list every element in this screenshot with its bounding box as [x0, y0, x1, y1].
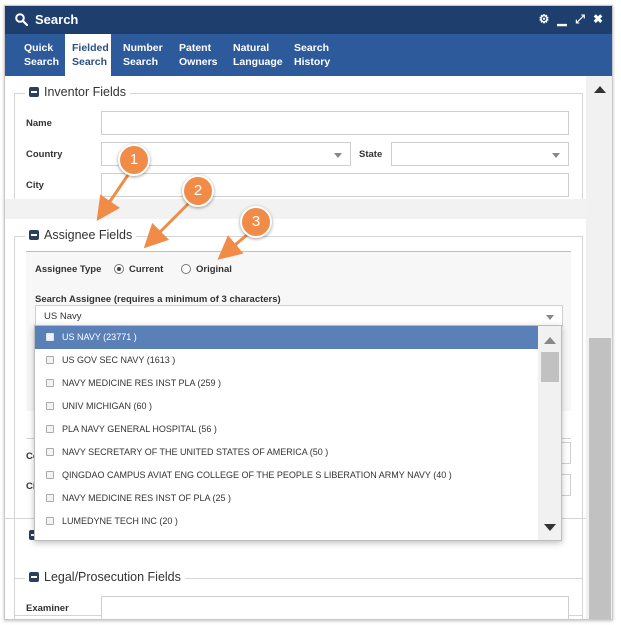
tab-label: Search [123, 56, 159, 68]
city-input[interactable] [101, 173, 569, 197]
country-label: Country [26, 149, 63, 160]
search-assignee-label: Search Assignee (requires a minimum of 3… [35, 294, 281, 305]
dropdown-option[interactable]: QINGDAO CAMPUS AVIAT ENG COLLEGE OF THE … [35, 464, 538, 487]
tab-label: Search [294, 42, 330, 54]
tab-label: Patent [179, 42, 212, 54]
option-label: NAVY SECRETARY OF THE UNITED STATES OF A… [62, 447, 329, 457]
scrollbar-thumb[interactable] [589, 338, 611, 619]
legal-fields-legend[interactable]: Legal/Prosecution Fields [25, 570, 185, 584]
option-checkbox[interactable] [46, 379, 54, 387]
scroll-up-arrow-icon[interactable] [544, 337, 556, 344]
examiner-label: Examiner [26, 603, 69, 614]
main-scrollbar[interactable] [586, 76, 612, 619]
option-checkbox[interactable] [46, 471, 54, 479]
state-label: State [359, 149, 383, 160]
tab-label: Fielded [72, 42, 109, 54]
chevron-down-icon [546, 315, 554, 320]
option-label: NAVY MEDICINE RES INST OF PLA (25 ) [62, 493, 232, 503]
dropdown-option[interactable]: NAVY MEDICINE RES INST OF PLA (25 ) [35, 487, 538, 510]
tab-label: Search [24, 56, 60, 68]
radio-current-label[interactable]: Current [129, 264, 163, 275]
dropdown-option[interactable]: US NAVY (23771 ) [35, 326, 538, 349]
city-label: City [26, 180, 44, 191]
inventor-fields-legend[interactable]: Inventor Fields [25, 85, 130, 99]
collapse-icon[interactable] [29, 87, 39, 97]
search-icon [15, 13, 28, 26]
tab-label: Natural [233, 42, 270, 54]
assignee-type-label: Assignee Type [35, 264, 102, 275]
dropdown-option[interactable]: NAVY SECRETARY OF THE UNITED STATES OF A… [35, 441, 538, 464]
tab-search-history[interactable]: Search History [294, 34, 340, 76]
option-checkbox[interactable] [46, 356, 54, 364]
assignee-search-input[interactable]: US Navy [35, 305, 563, 327]
radio-current[interactable] [114, 264, 124, 274]
tab-label: Search [72, 56, 108, 68]
legend-text: Assignee Fields [44, 228, 133, 242]
dropdown-option[interactable]: UNIV MICHIGAN (60 ) [35, 395, 538, 418]
tab-fielded-search[interactable]: Fielded Search [65, 34, 111, 76]
tab-label: Owners [179, 56, 218, 68]
option-label: NAVY MEDICINE RES INST PLA (259 ) [62, 378, 222, 388]
assignee-search-value: US Navy [44, 311, 82, 322]
section-gap [5, 199, 586, 219]
option-checkbox[interactable] [46, 425, 54, 433]
option-checkbox[interactable] [46, 517, 54, 525]
tab-number-search[interactable]: Number Search [123, 34, 171, 76]
callout-badge-1: 1 [118, 144, 150, 176]
name-label: Name [26, 118, 52, 129]
tab-patent-owners[interactable]: Patent Owners [179, 34, 223, 76]
option-label: QINGDAO CAMPUS AVIAT ENG COLLEGE OF THE … [62, 470, 452, 480]
radio-original[interactable] [181, 264, 191, 274]
scroll-up-arrow-icon[interactable] [594, 86, 606, 93]
tab-quick-search[interactable]: Quick Search [15, 34, 60, 76]
dropdown-option[interactable]: PLA NAVY GENERAL HOSPITAL (56 ) [35, 418, 538, 441]
expand-icon[interactable]: ⤢ [574, 12, 586, 26]
close-icon[interactable]: ✖ [592, 12, 604, 26]
name-input[interactable] [101, 111, 569, 135]
option-checkbox[interactable] [46, 494, 54, 502]
title-bar: Search ⚙ ▁ ⤢ ✖ [5, 6, 612, 34]
examiner-input[interactable] [101, 596, 569, 619]
option-label: US GOV SEC NAVY (1613 ) [62, 355, 176, 365]
dropdown-option[interactable]: LUMEDYNE TECH INC (20 ) [35, 510, 538, 533]
state-select[interactable] [391, 142, 569, 166]
legend-text: Inventor Fields [44, 85, 126, 99]
assignee-fields-legend[interactable]: Assignee Fields [25, 228, 137, 242]
scrollbar-thumb[interactable] [541, 352, 559, 382]
option-label: LUMEDYNE TECH INC (20 ) [62, 516, 178, 526]
dropdown-option[interactable]: US GOV SEC NAVY (1613 ) [35, 349, 538, 372]
legend-text: Legal/Prosecution Fields [44, 570, 181, 584]
settings-icon[interactable]: ⚙ [538, 12, 550, 26]
option-checkbox[interactable] [46, 448, 54, 456]
tab-label: Number [123, 42, 163, 54]
tab-label: Quick [24, 42, 54, 54]
assignee-suggestions-dropdown: US NAVY (23771 ) US GOV SEC NAVY (1613 ) N… [34, 325, 562, 541]
option-label: PLA NAVY GENERAL HOSPITAL (56 ) [62, 424, 217, 434]
callout-badge-3: 3 [240, 206, 272, 238]
option-label: UNIV MICHIGAN (60 ) [62, 401, 153, 411]
dropdown-option[interactable]: NAVY MEDICINE RES INST PLA (259 ) [35, 372, 538, 395]
minimize-icon[interactable]: ▁ [556, 12, 568, 26]
radio-original-label[interactable]: Original [196, 264, 232, 275]
collapse-icon[interactable] [29, 230, 39, 240]
option-checkbox[interactable] [46, 333, 54, 341]
option-label: US NAVY (23771 ) [62, 332, 137, 342]
collapse-icon[interactable] [29, 572, 39, 582]
option-checkbox[interactable] [46, 402, 54, 410]
tab-label: Language [233, 56, 283, 68]
chevron-down-icon [552, 153, 560, 158]
chevron-down-icon [334, 153, 342, 158]
tab-bar: Quick Search Fielded Search Number Searc… [5, 34, 612, 76]
window-title: Search [35, 12, 79, 27]
scroll-down-arrow-icon[interactable] [544, 524, 556, 531]
tab-label: History [294, 56, 331, 68]
tab-natural-language[interactable]: Natural Language [233, 34, 285, 76]
hidden-input-edge[interactable] [561, 442, 571, 464]
hidden-input-edge[interactable] [561, 474, 571, 496]
callout-badge-2: 2 [182, 175, 214, 207]
dropdown-scrollbar[interactable] [538, 326, 561, 540]
